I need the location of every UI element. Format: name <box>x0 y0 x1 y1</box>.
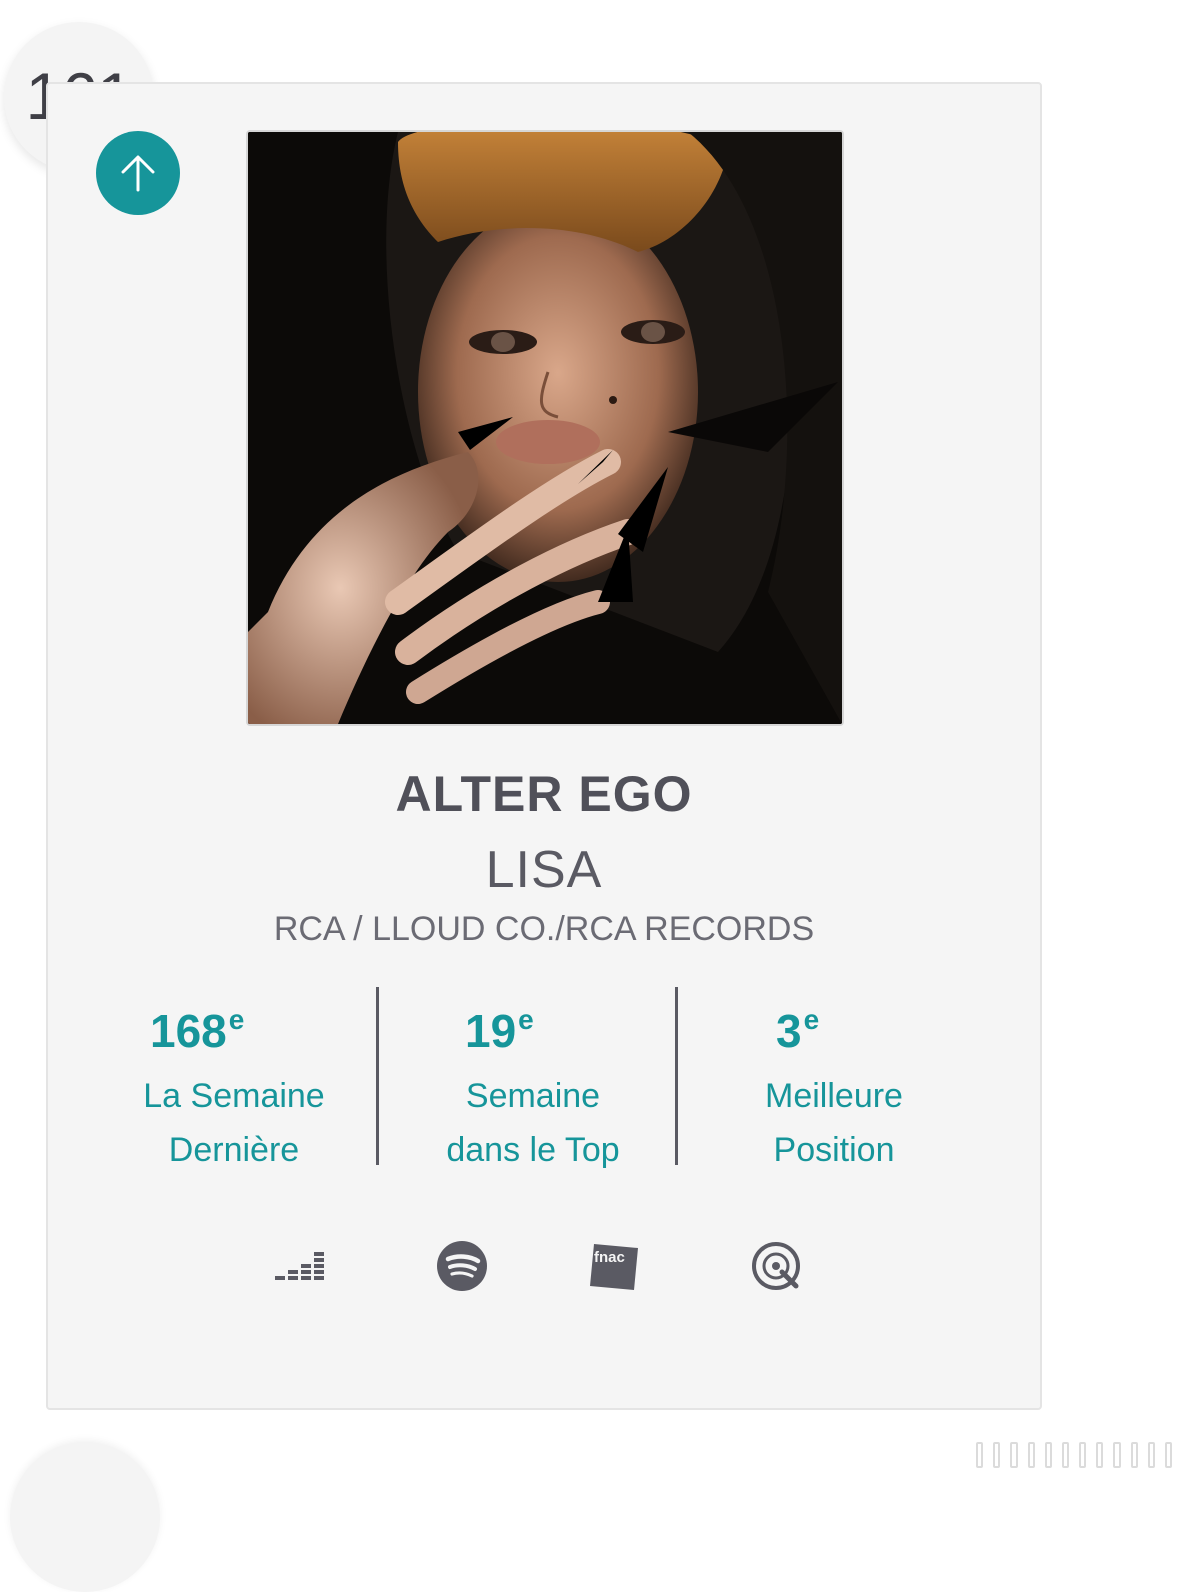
album-cover-artwork <box>248 132 842 724</box>
stat-last-week-caption: La Semaine Dernière <box>143 1077 325 1169</box>
artist-name: LISA <box>485 841 603 899</box>
deezer-icon <box>275 1252 324 1280</box>
stat-weeks-in-top-caption: Semaine dans le Top <box>446 1077 620 1169</box>
stat-best-position: 3e Meilleure Position <box>684 990 984 1177</box>
stat-weeks-in-top-value: 19e <box>465 1004 534 1057</box>
spotify-link[interactable] <box>434 1238 490 1294</box>
qobuz-link[interactable] <box>748 1238 804 1294</box>
fnac-link[interactable]: fnac <box>586 1238 642 1294</box>
deezer-link[interactable] <box>272 1238 328 1294</box>
watermark <box>976 1440 1173 1470</box>
fnac-icon: fnac <box>590 1244 638 1290</box>
stat-divider <box>376 987 379 1165</box>
stat-weeks-in-top: 19e Semaine dans le Top <box>383 990 683 1177</box>
trend-up-badge <box>96 131 180 215</box>
svg-text:fnac: fnac <box>594 1249 625 1266</box>
song-title: ALTER EGO <box>395 766 693 822</box>
stat-best-position-caption: Meilleure Position <box>765 1077 903 1169</box>
next-rank-badge <box>10 1442 160 1592</box>
spotify-icon <box>437 1241 487 1291</box>
stat-best-position-value: 3e <box>776 1004 820 1057</box>
arrow-up-icon <box>121 155 155 192</box>
record-label: RCA / LLOUD CO./RCA RECORDS <box>273 910 815 948</box>
stat-last-week-value: 168e <box>150 1004 245 1057</box>
stat-last-week: 168e La Semaine Dernière <box>84 990 384 1177</box>
stat-divider <box>675 987 678 1165</box>
album-cover[interactable] <box>246 130 844 726</box>
qobuz-icon <box>752 1242 800 1290</box>
